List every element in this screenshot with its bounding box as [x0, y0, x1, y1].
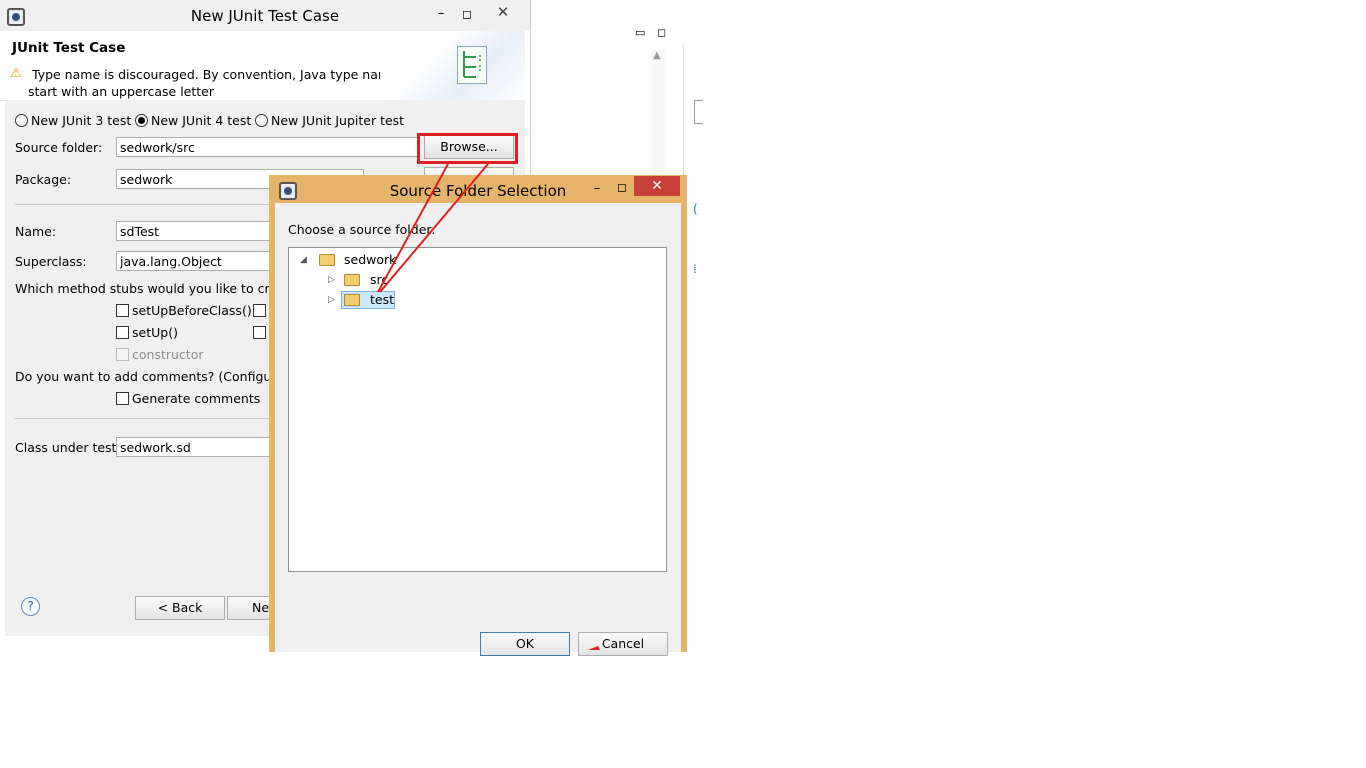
annotation-arrows — [377, 163, 600, 650]
